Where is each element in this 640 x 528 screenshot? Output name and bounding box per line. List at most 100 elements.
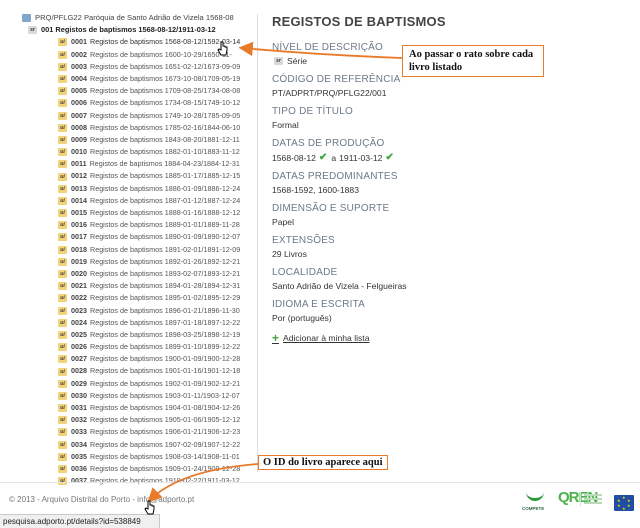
tree-book-node[interactable]: sr 001 Registos de baptismos 1568-08-12/… xyxy=(28,24,250,36)
tree-root-label: Paróquia de Santo Adrião de Vizela 1568-… xyxy=(83,13,234,22)
tree-item-label: Registos de baptismos 1892-01-26/1892-12… xyxy=(90,256,241,266)
tree-item-book[interactable]: ui 0003 Registos de baptismos 1651-02-12/1… xyxy=(58,61,250,73)
tree-item-book[interactable]: ui 0005 Registos de baptismos 1709-08-25/1… xyxy=(58,85,250,97)
tree-item-label: Registos de baptismos 1900-01-09/1900-12… xyxy=(90,354,241,364)
field-idioma-label: IDIOMA E ESCRITA xyxy=(272,299,366,310)
tree-item-book[interactable]: ui 0032 Registos de baptismos 1905-01-06/1… xyxy=(58,414,250,426)
tree-item-label: Registos de baptismos 1904-01-08/1904-12… xyxy=(90,403,241,412)
tree-item-book[interactable]: ui 0033 Registos de baptismos 1906-01-21/1… xyxy=(58,426,250,438)
tree-item-book[interactable]: ui 0019 Registos de baptismos 1892-01-26/1… xyxy=(58,256,250,268)
serie-icon: sr xyxy=(274,57,283,65)
field-datas-predominantes: DATAS PREDOMINANTES 1568-1592, 1600-1883 xyxy=(272,171,632,195)
field-datas-producao: DATAS DE PRODUÇÃO 1568-08-12 ✔ a 1911-03… xyxy=(272,138,632,163)
tree-item-book[interactable]: ui 0028 Registos de baptismos 1901-01-16/1… xyxy=(58,365,250,377)
tree-item-book[interactable]: ui 0024 Registos de baptismos 1897-01-18/1… xyxy=(58,317,250,329)
tree-item-book[interactable]: ui 0022 Registos de baptismos 1895-01-02/1… xyxy=(58,292,250,304)
tree-item-code: 0031 xyxy=(71,403,87,412)
tree-item-code: 0024 xyxy=(71,317,87,327)
tree-item-book[interactable]: ui 0031 Registos de baptismos 1904-01-08/1… xyxy=(58,402,250,414)
tree-item-book[interactable]: ui 0016 Registos de baptismos 1889-01-01/1… xyxy=(58,219,250,231)
tree-item-label: Registos de baptismos 1897-01-18/1897-12… xyxy=(90,317,241,327)
tree-item-book[interactable]: ui 0017 Registos de baptismos 1890-01-09/1… xyxy=(58,231,250,243)
document-icon: ui xyxy=(58,428,67,437)
add-to-list-link[interactable]: + Adicionar à minha lista xyxy=(272,331,632,345)
tree-item-label: Registos de baptismos 1673-10-08/1709-05… xyxy=(90,73,241,83)
document-icon: ui xyxy=(58,148,67,157)
tree-item-book[interactable]: ui 0008 Registos de baptismos 1785-02-16/1… xyxy=(58,122,250,134)
document-icon: ui xyxy=(58,221,67,230)
qren-logo-lines xyxy=(580,492,604,506)
tree-item-label: Registos de baptismos 1906-01-21/1906-12… xyxy=(90,427,241,437)
tree-item-code: 0036 xyxy=(71,463,87,473)
tree-item-code: 0007 xyxy=(71,110,87,120)
tree-item-book[interactable]: ui 0009 Registos de baptismos 1843-08-20/1… xyxy=(58,134,250,146)
tree-item-code: 0012 xyxy=(71,171,87,181)
tree-item-code: 0013 xyxy=(71,183,87,193)
tree-item-code: 0002 xyxy=(71,49,87,59)
tree-item-book[interactable]: ui 0030 Registos de baptismos 1903-01-11/1… xyxy=(58,390,250,402)
tree-item-book[interactable]: ui 0013 Registos de baptismos 1886-01-09/1… xyxy=(58,183,250,195)
tree-item-book[interactable]: ui 0015 Registos de baptismos 1888-01-16/1… xyxy=(58,207,250,219)
tree-item-book[interactable]: ui 0004 Registos de baptismos 1673-10-08/1… xyxy=(58,73,250,85)
tree-item-book[interactable]: ui 0029 Registos de baptismos 1902-01-09/1… xyxy=(58,378,250,390)
tree-item-code: 0019 xyxy=(71,256,87,266)
document-icon: ui xyxy=(58,367,67,376)
hand-cursor-icon xyxy=(144,500,155,515)
tree-item-book[interactable]: ui 0012 Registos de baptismos 1885-01-17/1… xyxy=(58,170,250,182)
field-tipo-value: Formal xyxy=(272,120,299,130)
tree-root-node[interactable]: PRQ/PFLG22 Paróquia de Santo Adrião de V… xyxy=(22,12,250,24)
tree-item-book[interactable]: ui 0034 Registos de baptismos 1907-02-09/1… xyxy=(58,439,250,451)
serie-icon: sr xyxy=(28,26,37,35)
tree-book-label: Registos de baptismos 1568-08-12/1911-03… xyxy=(55,25,216,35)
check-icon: ✔ xyxy=(385,152,394,163)
tree-item-book[interactable]: ui 0027 Registos de baptismos 1900-01-09/1… xyxy=(58,353,250,365)
field-extensoes: EXTENSÕES 29 Livros xyxy=(272,235,632,259)
tree-item-label: Registos de baptismos 1886-01-09/1886-12… xyxy=(90,183,241,193)
tree-item-book[interactable]: ui 0014 Registos de baptismos 1887-01-12/1… xyxy=(58,195,250,207)
document-icon: ui xyxy=(58,379,67,388)
tree-item-code: 0015 xyxy=(71,208,87,217)
annotation-callout-bottom: O ID do livro aparece aqui xyxy=(258,455,388,470)
tree-item-book[interactable]: ui 0035 Registos de baptismos 1908-03-14/1… xyxy=(58,451,250,463)
tree-item-code: 0030 xyxy=(71,390,87,400)
tree-item-code: 0003 xyxy=(71,61,87,71)
document-icon: ui xyxy=(58,282,67,291)
tree-item-book[interactable]: ui 0025 Registos de baptismos 1898-03-25/1… xyxy=(58,329,250,341)
tree-item-label: Registos de baptismos 1651-02-12/1673-09… xyxy=(90,61,241,71)
tree-item-book[interactable]: ui 0036 Registos de baptismos 1909-01-24/1… xyxy=(58,463,250,475)
tree-item-code: 0005 xyxy=(71,86,87,96)
add-to-list-label: Adicionar à minha lista xyxy=(283,333,370,343)
tree-item-code: 0021 xyxy=(71,281,87,291)
tree-item-book[interactable]: ui 0007 Registos de baptismos 1749-10-28/1… xyxy=(58,110,250,122)
field-localidade-value: Santo Adrião de Vizela - Felgueiras xyxy=(272,281,407,291)
tree-book-code: 001 xyxy=(41,25,54,35)
eu-flag-logo[interactable]: ★ ★ ★ ★ ★ ★ xyxy=(614,495,634,511)
date-end: 1911-03-12 xyxy=(339,152,383,163)
tree-item-book[interactable]: ui 0018 Registos de baptismos 1891-02-01/1… xyxy=(58,244,250,256)
footer-logos: COMPETE QREN ★ ★ ★ ★ ★ ★ xyxy=(520,489,634,511)
compete-logo[interactable]: COMPETE xyxy=(520,489,550,511)
tree-item-code: 0014 xyxy=(71,195,87,205)
field-localidade: LOCALIDADE Santo Adrião de Vizela - Felg… xyxy=(272,267,632,291)
document-icon: ui xyxy=(58,391,67,400)
tree-item-book[interactable]: ui 0020 Registos de baptismos 1893-02-07/1… xyxy=(58,268,250,280)
tree-root-code: PRQ/PFLG22 xyxy=(35,13,82,22)
document-icon: ui xyxy=(58,50,67,59)
field-extensoes-value: 29 Livros xyxy=(272,249,307,259)
qren-logo[interactable]: QREN xyxy=(558,489,606,511)
tree-item-book[interactable]: ui 0021 Registos de baptismos 1894-01-28/1… xyxy=(58,280,250,292)
tree-item-book[interactable]: ui 0010 Registos de baptismos 1882-01-10/1… xyxy=(58,146,250,158)
tree-item-label: Registos de baptismos 1843-08-20/1881-12… xyxy=(90,134,240,144)
tree-item-label: Registos de baptismos 1893-02-07/1893-12… xyxy=(90,268,241,278)
tree-item-book[interactable]: ui 0006 Registos de baptismos 1734-08-15/1… xyxy=(58,97,250,109)
tree-item-code: 0008 xyxy=(71,122,87,132)
field-tipo: TIPO DE TÍTULO Formal xyxy=(272,106,632,130)
tree-item-label: Registos de baptismos 1891-02-01/1891-12… xyxy=(90,244,241,254)
tree-item-book[interactable]: ui 0023 Registos de baptismos 1896-01-21/1… xyxy=(58,305,250,317)
field-localidade-label: LOCALIDADE xyxy=(272,267,338,278)
tree-item-label: Registos de baptismos 1908-03-14/1908-11… xyxy=(90,451,240,461)
tree-item-book[interactable]: ui 0011 Registos de baptismos 1884-04-23/1… xyxy=(58,158,250,170)
tree-item-book[interactable]: ui 0026 Registos de baptismos 1899-01-10/1… xyxy=(58,341,250,353)
document-icon: ui xyxy=(58,270,67,279)
document-icon: ui xyxy=(58,452,67,461)
